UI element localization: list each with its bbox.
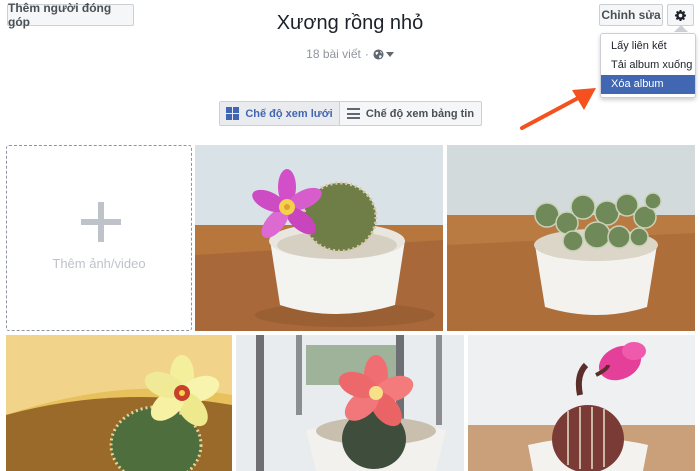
cactus-photo-image [195,145,443,331]
cactus-photo-image [468,335,695,471]
menu-item-delete-album[interactable]: Xóa album [601,75,695,94]
settings-dropdown-menu: Lấy liên kết Tải album xuống Xóa album [600,33,696,98]
globe-icon [373,48,384,60]
plus-icon-bar [81,219,121,225]
album-title: Xương rồng nhỏ [276,12,424,34]
list-icon [346,108,360,119]
settings-button[interactable] [667,4,694,32]
album-photo[interactable] [447,145,695,331]
menu-item-download-album[interactable]: Tải album xuống [601,56,695,75]
album-meta: 18 bài viết · [0,47,700,61]
album-photo[interactable] [195,145,443,331]
feed-view-button[interactable]: Chế độ xem bảng tin [340,102,481,125]
cactus-photo-image [236,335,464,471]
add-photo-video-label: Thêm ảnh/video [52,256,146,271]
edit-album-button[interactable]: Chỉnh sửa [599,4,663,26]
album-photo[interactable] [468,335,695,471]
add-photo-video-tile[interactable]: Thêm ảnh/video [6,145,192,331]
meta-separator: · [364,47,369,61]
post-count: 18 bài viết [306,47,361,61]
cactus-photo-image [447,145,695,331]
gear-icon [675,9,686,21]
annotation-arrow-icon [520,88,596,130]
grid-view-button[interactable]: Chế độ xem lưới [220,102,340,125]
view-mode-toggle: Chế độ xem lưới Chế độ xem bảng tin [219,101,482,126]
album-photo[interactable] [6,335,232,471]
cactus-photo-image [6,335,232,471]
feed-view-label: Chế độ xem bảng tin [365,107,475,120]
caret-down-icon [385,51,394,57]
album-photo[interactable] [236,335,464,471]
privacy-selector[interactable] [373,48,394,60]
grid-icon [226,107,240,120]
grid-view-label: Chế độ xem lưới [245,107,333,120]
menu-item-get-link[interactable]: Lấy liên kết [601,37,695,56]
